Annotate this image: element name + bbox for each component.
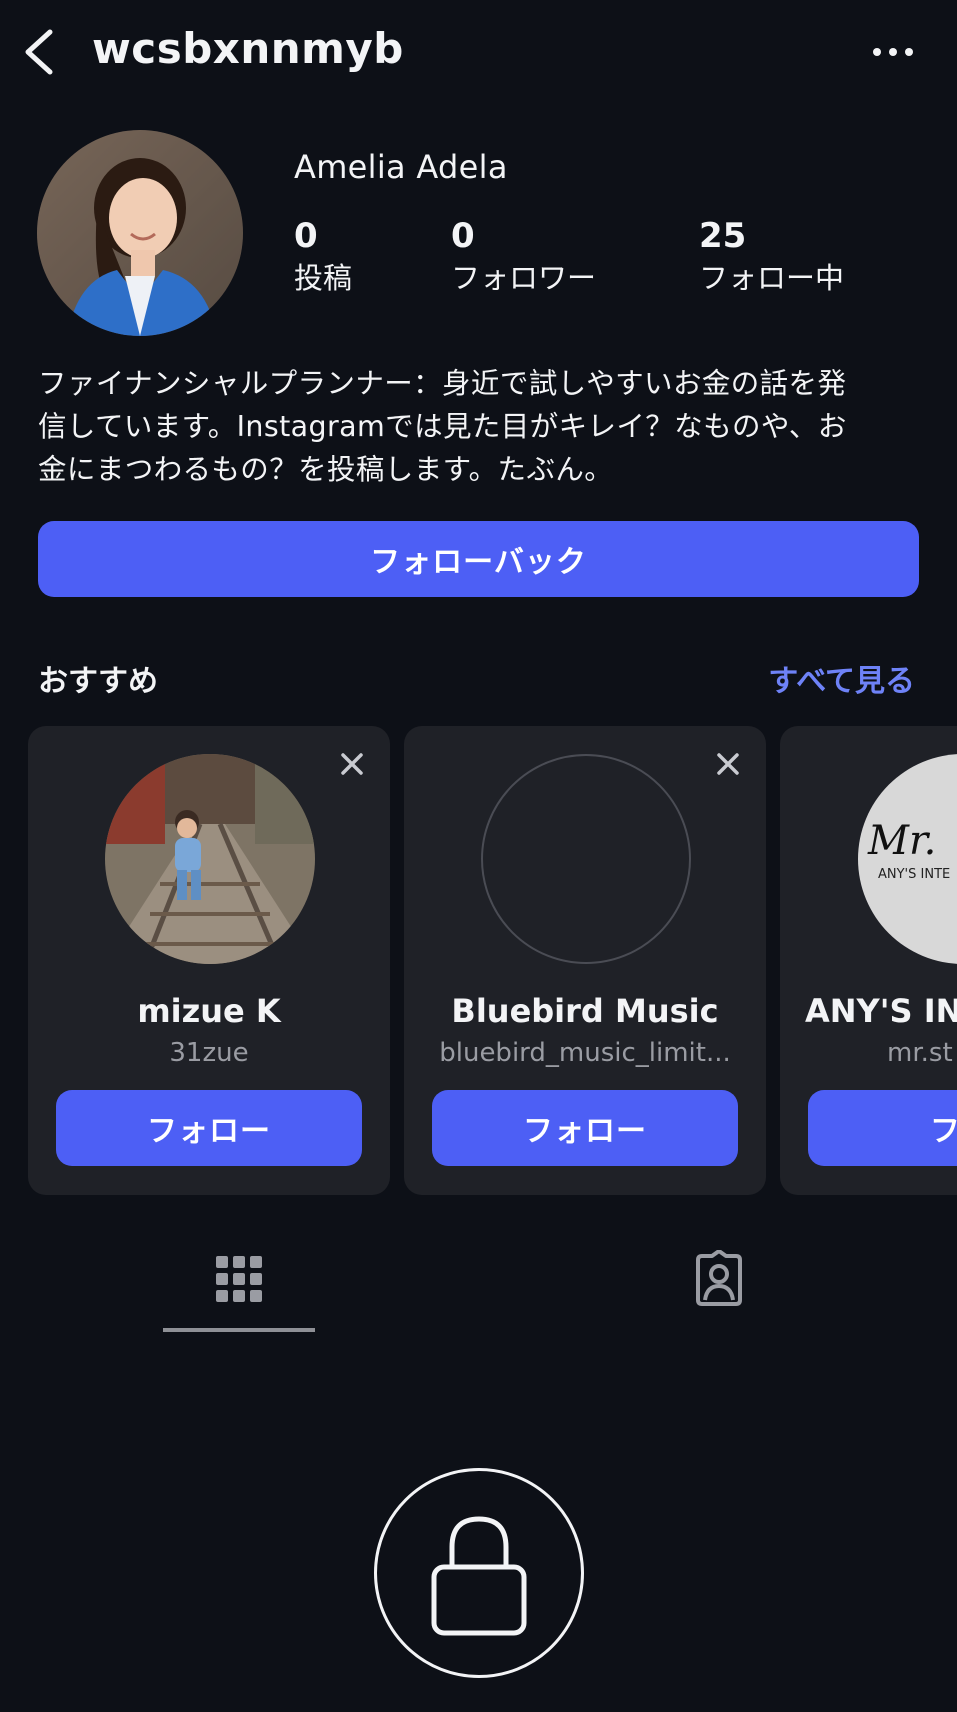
chevron-left-icon <box>25 29 53 75</box>
bio-line: 信しています。Instagramでは見た目がキレイ？なものや、お <box>38 410 847 443</box>
profile-username: wcsbxnnmyb <box>92 24 404 73</box>
tab-posts-grid[interactable] <box>210 1250 268 1308</box>
bio-line: ファイナンシャルプランナー：身近で試しやすいお金の話を発 <box>38 367 847 400</box>
posts-count: 0 <box>294 216 318 256</box>
active-tab-indicator <box>163 1328 315 1332</box>
followers-count: 0 <box>451 216 475 256</box>
suggestion-handle: 31zue <box>169 1038 249 1068</box>
profile-bio: ファイナンシャルプランナー：身近で試しやすいお金の話を発 信しています。Inst… <box>38 362 928 491</box>
back-button[interactable] <box>18 26 58 78</box>
dismiss-suggestion-button[interactable] <box>712 748 744 780</box>
lock-icon <box>431 1516 527 1636</box>
followers-label: フォロワー <box>451 261 597 295</box>
follow-button[interactable]: フォ <box>808 1090 957 1166</box>
following-label: フォロー中 <box>699 261 845 295</box>
suggestion-name: Bluebird Music <box>451 992 719 1030</box>
follow-button[interactable]: フォロー <box>56 1090 362 1166</box>
posts-label: 投稿 <box>294 261 353 295</box>
tagged-person-icon <box>696 1249 742 1306</box>
profile-avatar[interactable] <box>37 130 243 336</box>
suggestion-avatar[interactable]: Mr. ANY'S INTE <box>858 754 957 964</box>
close-icon <box>717 753 739 775</box>
suggestions-title: おすすめ <box>38 664 158 699</box>
suggestion-handle: mr.st <box>887 1038 953 1068</box>
private-account-lock <box>374 1468 584 1678</box>
more-horizontal-icon <box>873 48 913 56</box>
suggestion-avatar[interactable] <box>481 754 691 964</box>
more-options-button[interactable] <box>871 40 915 64</box>
follow-back-button[interactable]: フォローバック <box>38 521 919 597</box>
suggestion-name: ANY'S INT <box>805 992 957 1030</box>
suggestion-name: mizue K <box>137 992 281 1030</box>
stat-posts[interactable]: 0 投稿 <box>294 216 352 298</box>
suggestion-card[interactable]: Bluebird Music bluebird_music_limit... フ… <box>404 726 766 1195</box>
avatar-logo-text: Mr. <box>867 818 936 864</box>
following-count: 25 <box>699 216 747 256</box>
grid-icon <box>216 1256 262 1302</box>
suggestion-handle: bluebird_music_limit... <box>439 1038 731 1068</box>
suggestion-card[interactable]: Mr. ANY'S INTE ANY'S INT mr.st フォ <box>780 726 957 1195</box>
suggestion-card[interactable]: mizue K 31zue フォロー <box>28 726 390 1195</box>
see-all-link[interactable]: すべて見る <box>768 656 915 700</box>
close-icon <box>341 753 363 775</box>
dismiss-suggestion-button[interactable] <box>336 748 368 780</box>
stat-followers[interactable]: 0 フォロワー <box>451 216 596 298</box>
follow-button[interactable]: フォロー <box>432 1090 738 1166</box>
header: wcsbxnnmyb <box>0 0 957 104</box>
profile-page: wcsbxnnmyb Amelia Adela 0 投稿 0 フォロワー 25 … <box>0 0 957 1712</box>
suggestion-avatar[interactable] <box>105 754 315 964</box>
stat-following[interactable]: 25 フォロー中 <box>699 216 844 298</box>
avatar-logo-subtext: ANY'S INTE <box>878 867 950 882</box>
display-name: Amelia Adela <box>294 148 508 186</box>
tab-tagged[interactable] <box>690 1249 748 1308</box>
bio-line: 金にまつわるもの？を投稿します。たぶん。 <box>38 453 614 486</box>
